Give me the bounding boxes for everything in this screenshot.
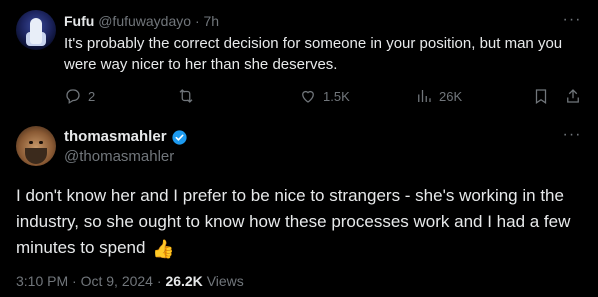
share-button[interactable] bbox=[564, 86, 582, 106]
reply-author-name[interactable]: Fufu bbox=[64, 13, 94, 29]
repost-button[interactable] bbox=[177, 86, 201, 106]
bookmark-icon bbox=[535, 89, 547, 104]
main-tweet-header: thomasmahler @thomasmahler ··· bbox=[0, 120, 598, 180]
views-button[interactable]: 26K bbox=[415, 86, 462, 106]
post-views-count: 26.2K bbox=[165, 273, 203, 289]
reply-text: It's probably the correct decision for s… bbox=[64, 35, 563, 73]
reply-tweet[interactable]: Fufu @fufuwaydayo · 7h ··· It's probably… bbox=[0, 0, 598, 112]
views-count: 26K bbox=[439, 88, 463, 104]
meta-separator: · bbox=[72, 273, 77, 289]
verified-badge-icon bbox=[171, 129, 187, 145]
post-metadata: 3:10 PM · Oct 9, 2024 · 26.2K Views bbox=[16, 272, 244, 290]
reply-more-button[interactable]: ··· bbox=[562, 12, 582, 33]
bookmark-button[interactable] bbox=[532, 86, 550, 106]
avatar[interactable] bbox=[16, 10, 56, 50]
author-name[interactable]: thomasmahler bbox=[64, 128, 167, 146]
like-count: 1.5K bbox=[323, 88, 350, 104]
reply-header: Fufu @fufuwaydayo · 7h bbox=[64, 12, 219, 30]
thumbs-up-emoji: 👍 bbox=[152, 239, 175, 259]
reply-separator: · bbox=[194, 13, 200, 29]
reply-button[interactable]: 2 bbox=[64, 86, 95, 106]
meta-separator: · bbox=[156, 273, 162, 289]
post-time[interactable]: 3:10 PM bbox=[16, 273, 68, 289]
avatar-figure bbox=[30, 18, 42, 44]
reply-count: 2 bbox=[88, 88, 96, 104]
comment-icon bbox=[66, 89, 80, 104]
share-icon bbox=[567, 89, 579, 103]
analytics-icon bbox=[418, 90, 431, 102]
repost-icon bbox=[179, 89, 193, 103]
avatar[interactable] bbox=[16, 126, 56, 166]
author-row: thomasmahler bbox=[64, 128, 188, 146]
post-text: I don't know her and I prefer to be nice… bbox=[16, 183, 586, 262]
author-handle[interactable]: @thomasmahler bbox=[64, 148, 174, 166]
avatar-beard bbox=[25, 148, 47, 164]
reply-action-bar: 2 1.5K 26K bbox=[64, 86, 584, 106]
post-views-label: Views bbox=[206, 273, 244, 289]
more-icon: ··· bbox=[562, 11, 582, 28]
heart-icon bbox=[302, 90, 314, 103]
post-more-button[interactable]: ··· bbox=[562, 127, 582, 148]
like-button[interactable]: 1.5K bbox=[299, 86, 350, 106]
post-date[interactable]: Oct 9, 2024 bbox=[81, 273, 153, 289]
avatar-eye bbox=[39, 141, 43, 144]
reply-handle[interactable]: @fufuwaydayo bbox=[98, 13, 191, 29]
post-body: I don't know her and I prefer to be nice… bbox=[16, 186, 571, 257]
reply-time[interactable]: 7h bbox=[204, 13, 220, 29]
avatar-eye bbox=[29, 141, 33, 144]
more-icon: ··· bbox=[562, 126, 582, 143]
